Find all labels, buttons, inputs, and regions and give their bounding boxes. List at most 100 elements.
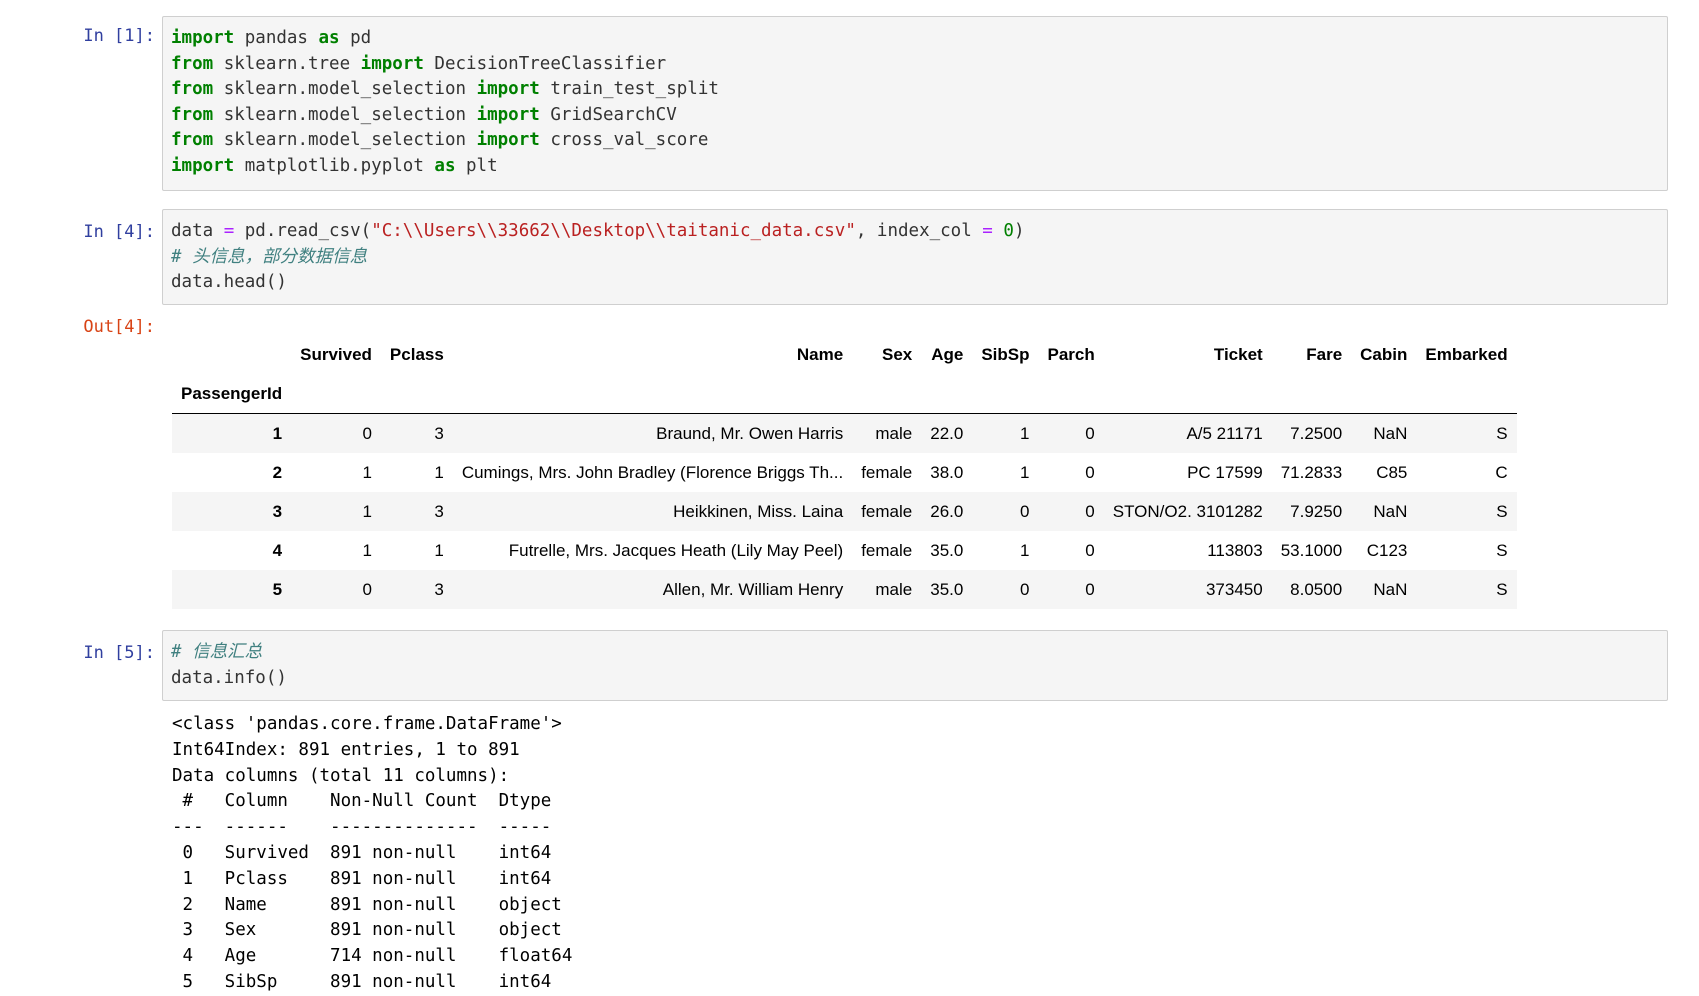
table-cell: Cumings, Mrs. John Bradley (Florence Bri… [461, 462, 844, 482]
code-line: data.head() [171, 272, 287, 292]
table-cell: 26.0 [930, 501, 964, 521]
column-header: Sex [881, 344, 913, 364]
code-line: # 头信息，部分数据信息 [171, 246, 368, 267]
cell-5-prompt: In [5]: [83, 643, 155, 663]
table-cell: 7.2500 [1290, 423, 1343, 443]
table-cell: S [1496, 423, 1508, 443]
code-line: from sklearn.model_selection import cros… [171, 130, 709, 150]
column-header: Cabin [1360, 344, 1408, 364]
table-cell: 113803 [1207, 540, 1263, 560]
cell-4-out-prompt: Out[4]: [83, 317, 155, 337]
table-row: 5 0 3 Allen, Mr. William Henry male 35.0 0 0 373… [172, 570, 1517, 609]
row-index: 4 [272, 540, 283, 560]
table-row: 1 0 3 Braund, Mr. Owen Harris male 22.0 1 0 A/5 … [172, 413, 1517, 453]
code-line: data.info() [171, 667, 287, 688]
table-cell: Braund, Mr. Owen Harris [656, 423, 844, 443]
table-cell: 1 [362, 540, 372, 560]
table-cell: 0 [1085, 462, 1095, 482]
cell-1-code[interactable]: import pandas as pd from sklearn.tree imp… [171, 26, 1661, 179]
table-cell: S [1496, 579, 1508, 599]
code-line: from sklearn.model_selection import Grid… [171, 104, 677, 125]
index-name-header: PassengerId [181, 383, 283, 403]
code-line: from sklearn.tree import DecisionTreeCla… [171, 53, 667, 74]
table-cell: NaN [1373, 423, 1408, 443]
table-cell: Heikkinen, Miss. Laina [673, 501, 844, 521]
row-index: 2 [272, 462, 283, 482]
table-cell: 35.0 [930, 540, 964, 560]
table-cell: 0 [1020, 501, 1030, 521]
table-cell: female [861, 501, 913, 521]
table-cell: female [861, 462, 913, 482]
row-index: 5 [272, 579, 283, 599]
table-cell: 71.2833 [1280, 462, 1343, 482]
cell-4-code[interactable]: data = pd.read_csv("C:\\Users\\33662\\De… [171, 219, 1661, 296]
table-cell: 1 [434, 540, 444, 560]
table-cell: 7.9250 [1290, 501, 1343, 521]
code-line: import matplotlib.pyplot as plt [171, 155, 498, 176]
table-cell: 3 [434, 579, 444, 599]
column-header: Pclass [389, 344, 444, 364]
dataframe-table: Survived Pclass Name Sex Age SibSp Parch… [172, 335, 1517, 609]
column-header: Embarked [1425, 344, 1508, 364]
table-cell: NaN [1373, 579, 1408, 599]
code-line: import pandas as pd [171, 28, 372, 48]
table-body: 1 0 3 Braund, Mr. Owen Harris male 22.0 1 0 A/5 … [172, 413, 1517, 609]
table-cell: male [875, 579, 913, 599]
table-cell: 38.0 [930, 462, 964, 482]
column-header: Ticket [1213, 344, 1263, 364]
table-cell: C85 [1376, 462, 1408, 482]
table-cell: S [1496, 501, 1508, 521]
info-output: <class 'pandas.core.frame.DataFrame'> In… [172, 714, 573, 992]
table-cell: S [1496, 540, 1508, 560]
column-header: Name [796, 344, 844, 364]
table-cell: 53.1000 [1280, 540, 1343, 560]
table-header-row: Survived Pclass Name Sex Age SibSp Parch… [172, 335, 1517, 374]
column-header: SibSp [981, 344, 1030, 364]
table-index-name-row: PassengerId [172, 374, 1517, 414]
column-header: Fare [1306, 344, 1343, 364]
cell-5-code[interactable]: # 信息汇总 data.info() [171, 640, 1661, 691]
table-cell: 35.0 [930, 579, 964, 599]
code-line: data = pd.read_csv("C:\\Users\\33662\\De… [171, 221, 1025, 241]
table-cell: 1 [1020, 540, 1030, 560]
table-cell: 0 [1085, 540, 1095, 560]
code-line: from sklearn.model_selection import trai… [171, 79, 719, 99]
row-index: 3 [272, 501, 283, 521]
table-row: 2 1 1 Cumings, Mrs. John Bradley (Florence … [172, 453, 1517, 492]
table-cell: 1 [362, 462, 372, 482]
table-cell: 1 [362, 501, 372, 521]
table-cell: 3 [434, 501, 444, 521]
table-cell: Futrelle, Mrs. Jacques Heath (Lily May P… [508, 540, 844, 560]
table-cell: 0 [1020, 579, 1030, 599]
table-cell: 373450 [1205, 579, 1263, 599]
table-cell: 22.0 [930, 423, 964, 443]
cell-1-prompt: In [1]: [83, 26, 155, 46]
cell-4-input[interactable]: data = pd.read_csv("C:\\Users\\33662\\De… [162, 209, 1668, 305]
cell-1-input[interactable]: import pandas as pd from sklearn.tree imp… [162, 16, 1668, 191]
row-index: 1 [272, 423, 283, 443]
table-cell: 1 [1020, 462, 1030, 482]
table-cell: C123 [1366, 540, 1408, 560]
table-cell: 1 [434, 462, 444, 482]
cell-5-input[interactable]: # 信息汇总 data.info() [162, 630, 1668, 701]
table-cell: PC 17599 [1187, 462, 1263, 482]
table-row: 4 1 1 Futrelle, Mrs. Jacques Heath (Lily Ma… [172, 531, 1517, 570]
table-cell: 0 [362, 423, 372, 443]
table-cell: Allen, Mr. William Henry [662, 579, 844, 599]
column-header: Survived [300, 344, 372, 364]
table-cell: NaN [1373, 501, 1408, 521]
table-cell: 8.0500 [1290, 579, 1343, 599]
table-cell: 0 [362, 579, 372, 599]
table-row: 3 1 3 Heikkinen, Miss. Laina female 26.0 0 0 STO… [172, 492, 1517, 531]
table-index-corner [172, 335, 291, 374]
table-cell: 0 [1085, 579, 1095, 599]
table-cell: 3 [434, 423, 444, 443]
cell-4-prompt: In [4]: [83, 222, 155, 242]
table-cell: STON/O2. 3101282 [1112, 501, 1263, 521]
column-header: Age [931, 344, 964, 364]
table-cell: 1 [1020, 423, 1030, 443]
table-cell: male [875, 423, 913, 443]
table-cell: female [861, 540, 913, 560]
column-header: Parch [1047, 344, 1095, 364]
table-cell: A/5 21171 [1186, 423, 1263, 443]
